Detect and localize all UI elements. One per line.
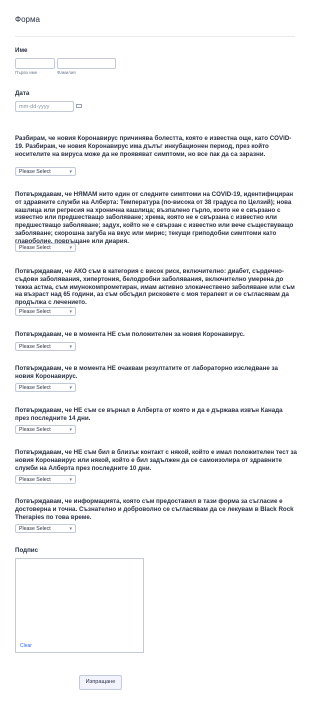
question-1-select[interactable]: Please Select ▾ [15,167,76,176]
chevron-down-icon: ▾ [69,169,72,175]
question-5-select[interactable]: Please Select ▾ [15,383,76,392]
question-1-label: Разбирам, че новия Коронавирус причинява… [15,135,292,158]
calendar-icon[interactable] [76,104,82,108]
question-6-label: Потвърждавам, че НЕ съм се върнал в Албе… [15,407,283,422]
question-3-label: Потвърждавам, че АКО съм в категория с в… [15,268,295,307]
chevron-down-icon: ▾ [69,245,72,251]
signature-label: Подпис [15,547,39,554]
select-value: Please Select [19,427,51,433]
select-value: Please Select [19,344,51,350]
question-4-label: Потвърждавам, че в момента НЕ съм положи… [15,331,245,338]
question-3-select[interactable]: Please Select ▾ [15,307,76,316]
clear-signature-link[interactable]: Clear [20,643,32,649]
question-6-select[interactable]: Please Select ▾ [15,425,76,434]
consent-form: Форма Име Първо име Фамилия Дата mm-dd-y… [0,0,310,704]
question-7-select[interactable]: Please Select ▾ [15,475,76,484]
submit-button[interactable]: Изпращане [79,675,122,690]
date-label: Дата [15,90,30,97]
chevron-down-icon: ▾ [69,477,72,483]
question-8-select[interactable]: Please Select ▾ [15,524,76,533]
first-name-input[interactable] [15,58,55,69]
chevron-down-icon: ▾ [69,309,72,315]
select-value: Please Select [19,169,51,175]
form-title: Форма [15,15,40,24]
signature-pad[interactable]: Clear [15,558,144,653]
question-5-label: Потвърждавам, че в момента НЕ очаквам ре… [15,365,278,380]
select-value: Please Select [19,526,51,532]
question-7-label: Потвърждавам, че НЕ съм бил в близък кон… [15,449,297,472]
chevron-down-icon: ▾ [69,526,72,532]
question-2-label: Потвърждавам, че НЯМАМ нито един от след… [15,191,294,245]
first-name-sublabel: Първо име [15,70,38,75]
date-input[interactable]: mm-dd-yyyy [15,101,74,112]
last-name-sublabel: Фамилия [57,70,76,75]
select-value: Please Select [19,477,51,483]
last-name-input[interactable] [57,58,116,69]
question-2-select[interactable]: Please Select ▾ [15,243,76,252]
chevron-down-icon: ▾ [69,427,72,433]
question-8-label: Потвърждавам, че информацията, която съм… [15,498,294,521]
select-value: Please Select [19,309,51,315]
chevron-down-icon: ▾ [69,385,72,391]
question-4-select[interactable]: Please Select ▾ [15,342,76,351]
select-value: Please Select [19,385,51,391]
title-divider [15,36,295,37]
chevron-down-icon: ▾ [69,344,72,350]
select-value: Please Select [19,245,51,251]
name-label: Име [15,47,28,54]
